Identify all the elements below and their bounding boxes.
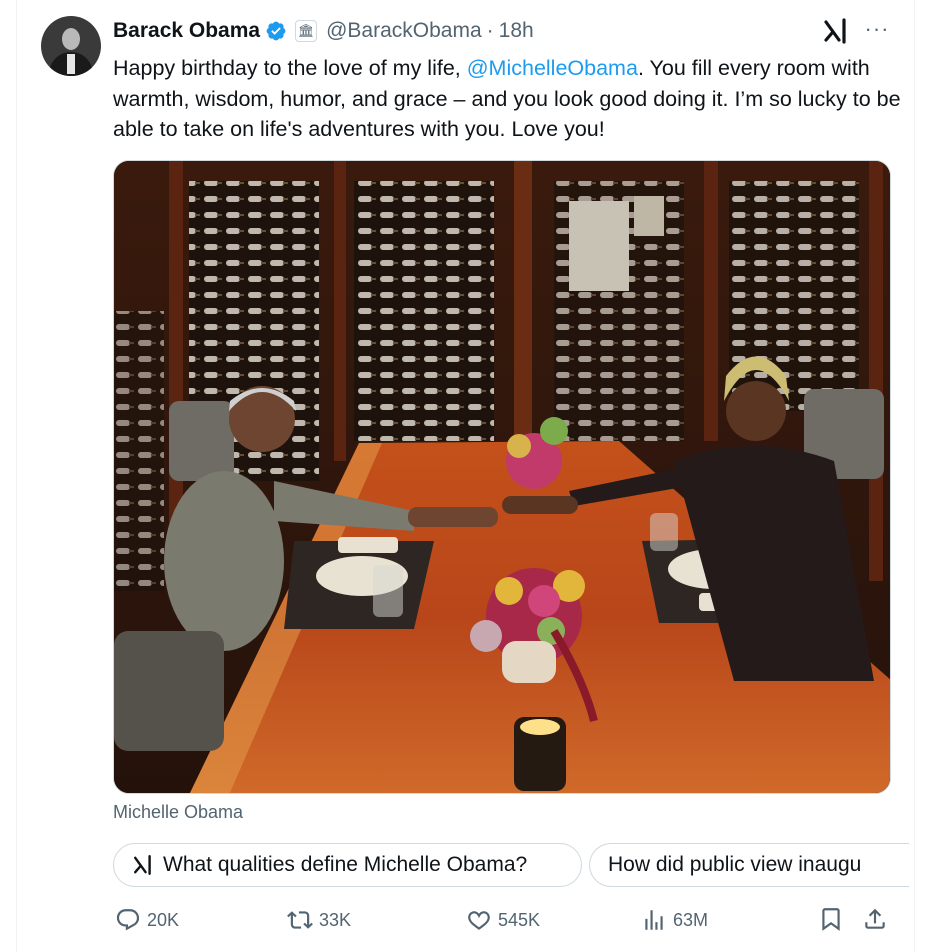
views-button[interactable]: 63M xyxy=(641,904,708,936)
photo-scene xyxy=(114,161,890,793)
timeline-border-left xyxy=(16,0,17,952)
grok-prompt-chip[interactable]: What qualities define Michelle Obama? xyxy=(113,843,582,887)
views-icon xyxy=(645,910,663,930)
post-container: Barack Obama 🏛 @BarackObama · 18h ··· Ha… xyxy=(0,0,944,952)
mention-link[interactable]: @MichelleObama xyxy=(467,56,638,80)
post-time[interactable]: 18h xyxy=(499,19,534,43)
bookmark-icon[interactable] xyxy=(818,906,844,932)
repost-count: 33K xyxy=(319,909,352,930)
avatar[interactable] xyxy=(41,16,101,76)
grok-prompt-label: How did public view inaugu xyxy=(608,853,862,876)
like-count: 545K xyxy=(498,909,541,930)
post-photo[interactable] xyxy=(113,160,891,794)
avatar-shirt xyxy=(67,54,75,74)
reply-count: 20K xyxy=(147,909,180,930)
media-tag[interactable]: Michelle Obama xyxy=(113,802,243,823)
more-icon[interactable]: ··· xyxy=(862,17,892,45)
like-button[interactable]: 545K xyxy=(466,904,540,936)
reply-icon xyxy=(116,909,140,931)
affiliation-badge-icon[interactable]: 🏛 xyxy=(295,20,318,42)
grok-icon[interactable] xyxy=(822,17,852,45)
post-text-start: Happy birthday to the love of my life, xyxy=(113,56,467,80)
repost-icon xyxy=(287,911,313,929)
verified-icon[interactable] xyxy=(265,20,287,42)
post-text: Happy birthday to the love of my life, @… xyxy=(113,53,903,145)
grok-prompt-label: What qualities define Michelle Obama? xyxy=(163,853,528,876)
post-header: Barack Obama 🏛 @BarackObama · 18h xyxy=(113,17,534,45)
grok-prompt-chip[interactable]: How did public view inaugu xyxy=(589,843,909,887)
timeline-border-right xyxy=(914,0,915,952)
avatar-face xyxy=(62,28,80,50)
views-count: 63M xyxy=(673,909,709,930)
reply-button[interactable]: 20K xyxy=(115,904,179,936)
author-handle[interactable]: @BarackObama xyxy=(326,19,482,43)
meta-separator: · xyxy=(486,19,494,42)
grok-icon xyxy=(134,854,151,875)
like-icon xyxy=(468,911,490,930)
repost-button[interactable]: 33K xyxy=(287,904,351,936)
author-name[interactable]: Barack Obama xyxy=(113,19,260,43)
share-icon[interactable] xyxy=(862,906,888,932)
